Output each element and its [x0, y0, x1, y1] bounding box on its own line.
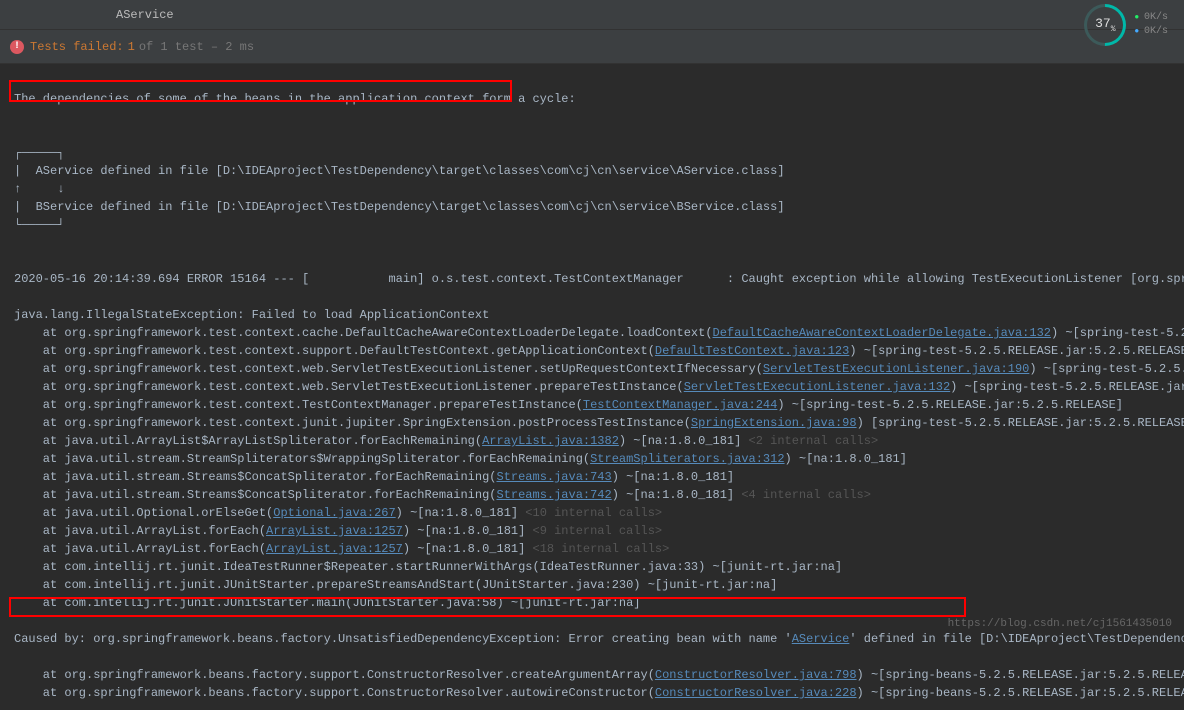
- performance-widget[interactable]: 37% 0K/s 0K/s: [1084, 4, 1168, 46]
- diagram-line: └─────┘: [14, 218, 64, 232]
- stack-link[interactable]: TestContextManager.java:244: [583, 398, 777, 412]
- tests-summary: of 1 test – 2 ms: [139, 40, 254, 54]
- stack-link[interactable]: ConstructorResolver.java:798: [655, 668, 857, 682]
- stack-link[interactable]: ArrayList.java:1382: [482, 434, 619, 448]
- stack-link[interactable]: StreamSpliterators.java:312: [590, 452, 784, 466]
- diagram-line: ┌─────┐: [14, 146, 64, 160]
- stack-link[interactable]: DefaultTestContext.java:123: [655, 344, 849, 358]
- tests-failed-count: 1: [128, 40, 135, 54]
- stack-link[interactable]: SpringExtension.java:98: [691, 416, 857, 430]
- stack-link[interactable]: ConstructorResolver.java:228: [655, 686, 857, 700]
- stack-link[interactable]: ArrayList.java:1257: [266, 542, 403, 556]
- stack-link[interactable]: ArrayList.java:1257: [266, 524, 403, 538]
- log-line: 2020-05-16 20:14:39.694 ERROR 15164 --- …: [14, 272, 1184, 286]
- test-status-bar: ! Tests failed: 1 of 1 test – 2 ms: [0, 30, 1184, 64]
- console-output[interactable]: The dependencies of some of the beans in…: [0, 64, 1184, 710]
- exception-header: java.lang.IllegalStateException: Failed …: [14, 308, 489, 322]
- diagram-line: | AService defined in file [D:\IDEAproje…: [14, 164, 785, 178]
- watermark: https://blog.csdn.net/cj1561435010: [948, 618, 1172, 630]
- stack-link[interactable]: Streams.java:742: [496, 488, 611, 502]
- error-icon: !: [10, 40, 24, 54]
- tab-title[interactable]: AService: [116, 8, 174, 22]
- diagram-line: | BService defined in file [D:\IDEAproje…: [14, 200, 785, 214]
- diagram-line: ↑ ↓: [14, 182, 64, 196]
- stack-link[interactable]: Optional.java:267: [273, 506, 395, 520]
- stack-link[interactable]: ServletTestExecutionListener.java:132: [684, 380, 950, 394]
- bean-link[interactable]: AService: [792, 632, 850, 646]
- editor-tab-bar: AService: [0, 0, 1184, 30]
- stack-link[interactable]: DefaultCacheAwareContextLoaderDelegate.j…: [713, 326, 1051, 340]
- tests-failed-label: Tests failed:: [30, 40, 124, 54]
- stack-link[interactable]: Streams.java:743: [496, 470, 611, 484]
- network-stats: 0K/s 0K/s: [1134, 11, 1168, 39]
- cycle-message: The dependencies of some of the beans in…: [14, 92, 576, 106]
- stack-link[interactable]: ServletTestExecutionListener.java:190: [763, 362, 1029, 376]
